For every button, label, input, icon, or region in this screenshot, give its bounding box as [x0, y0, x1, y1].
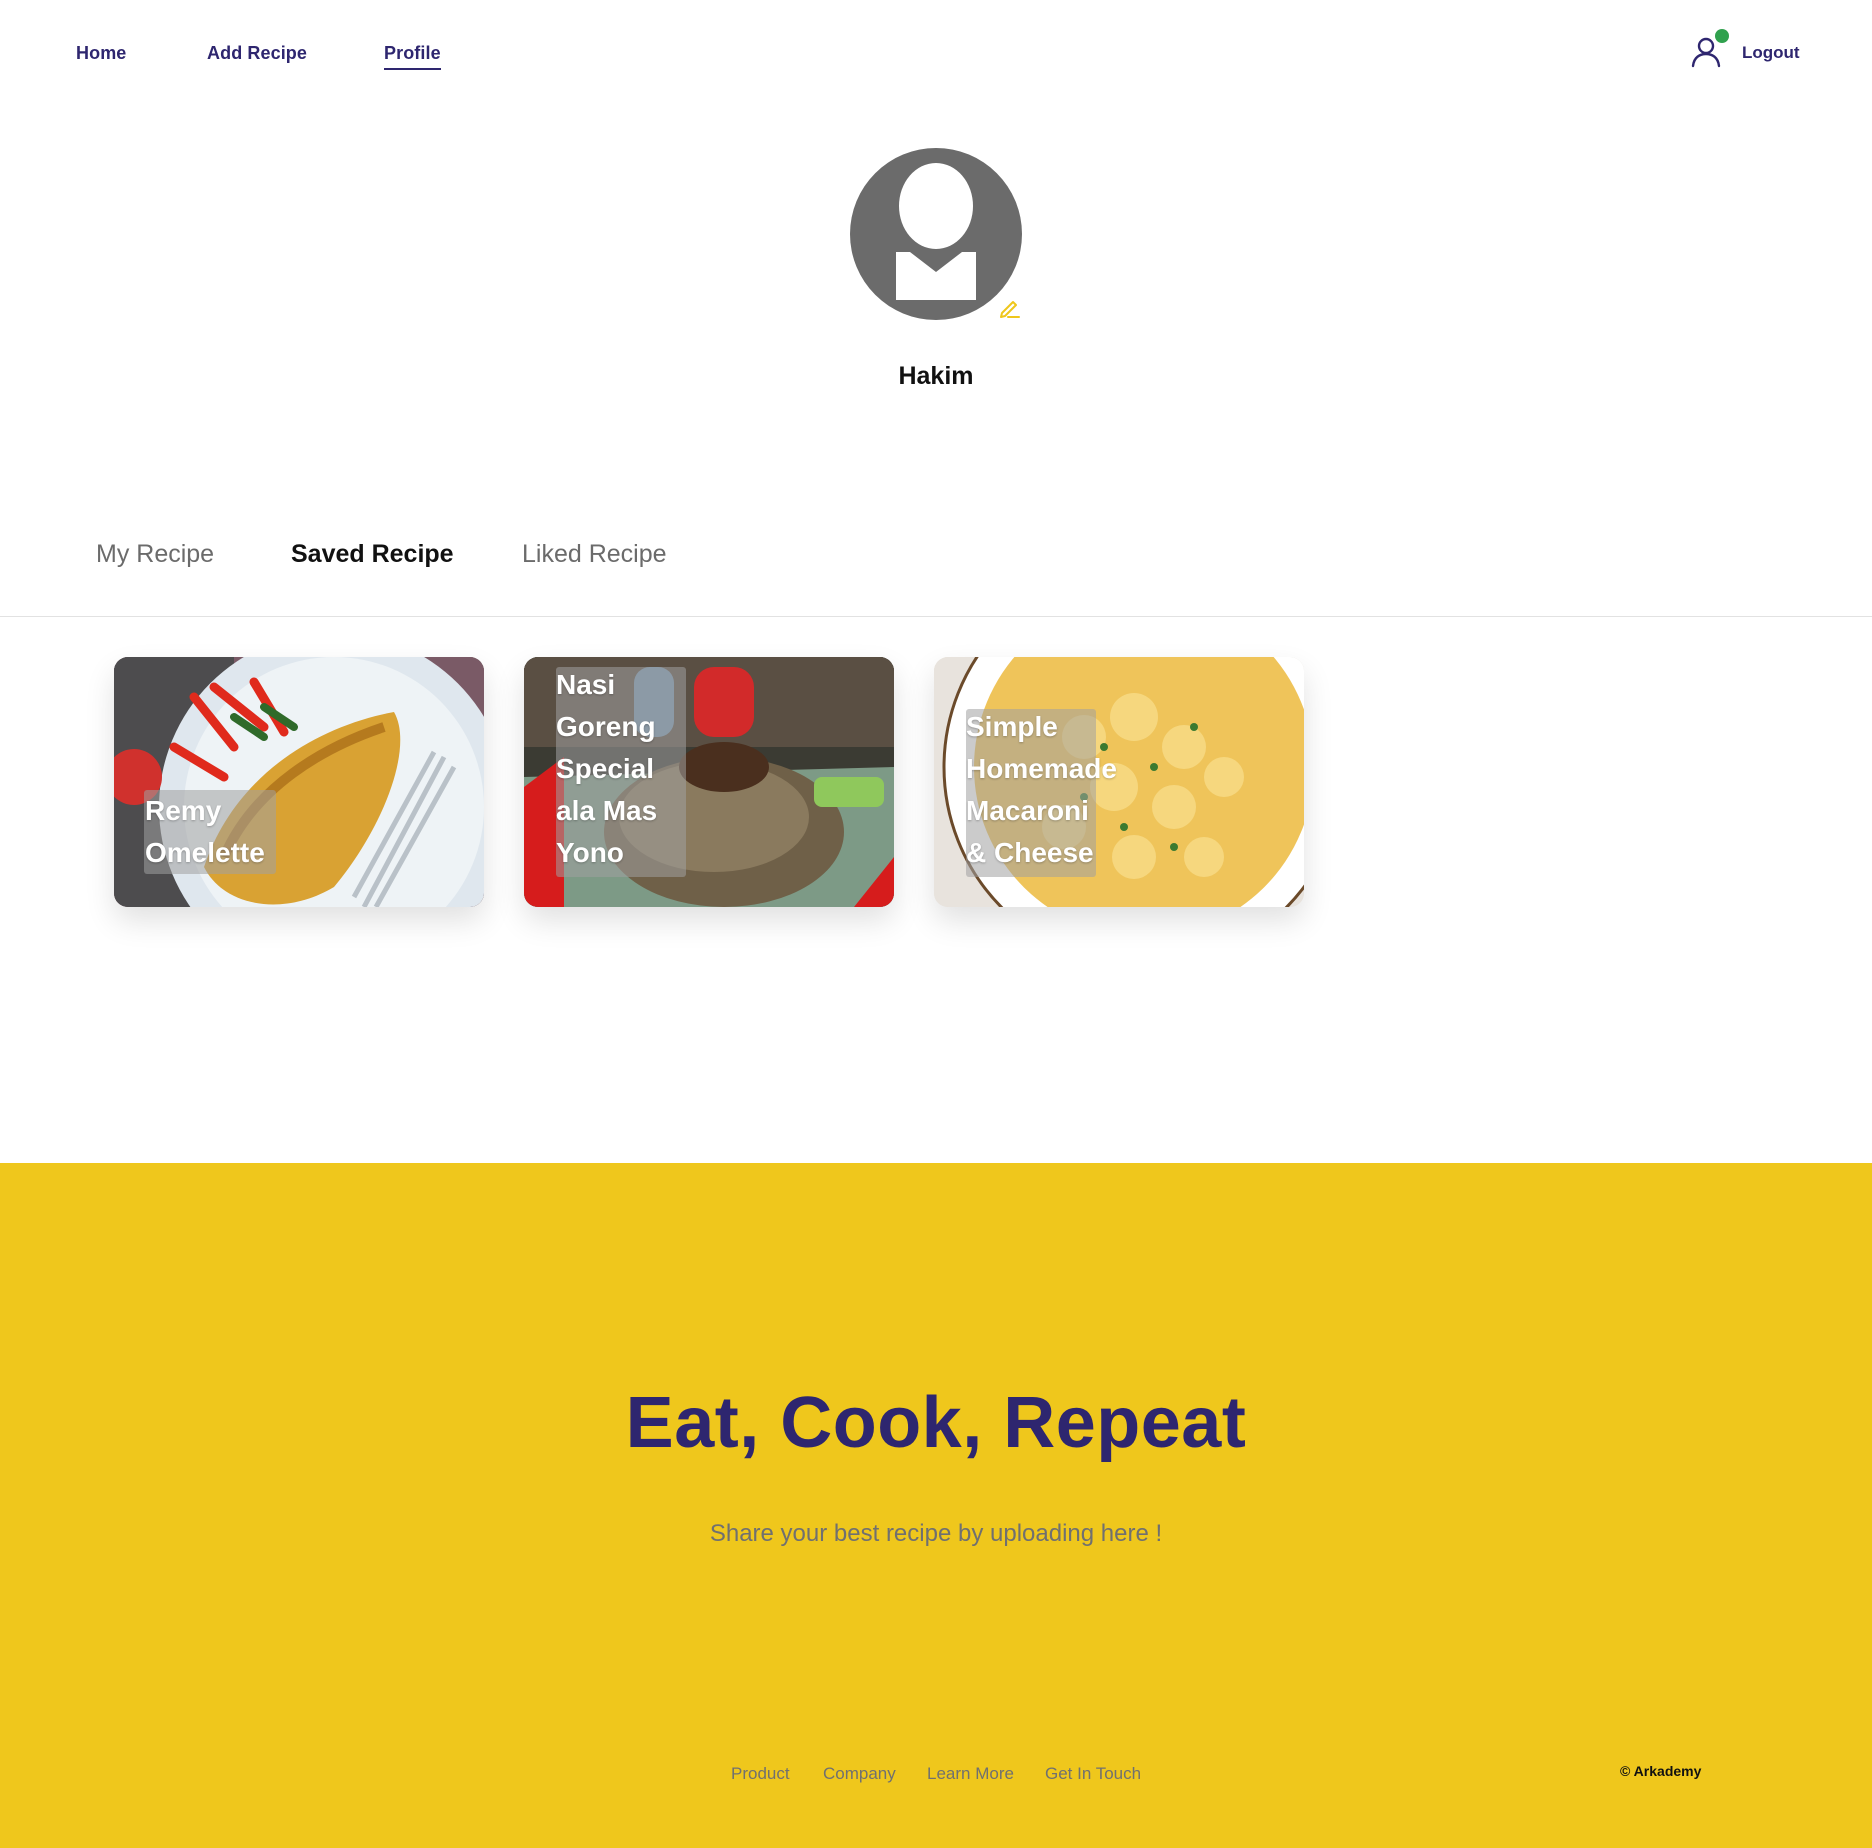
pencil-icon[interactable] [998, 296, 1022, 320]
tab-liked-recipe[interactable]: Liked Recipe [522, 540, 667, 569]
footer: Eat, Cook, Repeat Share your best recipe… [0, 1163, 1872, 1848]
recipe-title: Nasi Goreng Special ala Mas Yono [556, 669, 658, 868]
footer-link-learn-more[interactable]: Learn More [927, 1764, 1014, 1784]
profile-username: Hakim [898, 362, 974, 390]
recipe-card[interactable]: Remy Omelette [114, 657, 484, 907]
profile-tabs: My Recipe Saved Recipe Liked Recipe [0, 540, 1872, 617]
copyright: © Arkademy [1620, 1763, 1702, 1779]
footer-link-company[interactable]: Company [823, 1764, 896, 1784]
footer-subtitle: Share your best recipe by uploading here… [709, 1520, 1163, 1547]
footer-links: Product Company Learn More Get In Touch [0, 1764, 1872, 1788]
avatar[interactable] [850, 148, 1022, 320]
footer-title: Eat, Cook, Repeat [625, 1383, 1247, 1463]
footer-link-product[interactable]: Product [731, 1764, 790, 1784]
nav-add-recipe-link[interactable]: Add Recipe [207, 43, 307, 64]
user-silhouette-icon [896, 163, 976, 300]
recipe-title: Remy Omelette [145, 795, 265, 868]
recipe-card[interactable]: Simple Homemade Macaroni & Cheese [934, 657, 1304, 907]
nav-home-link[interactable]: Home [76, 43, 126, 64]
top-navbar: Home Add Recipe Profile Logout [0, 0, 1872, 110]
footer-link-get-in-touch[interactable]: Get In Touch [1045, 1764, 1141, 1784]
tab-my-recipe[interactable]: My Recipe [96, 540, 214, 569]
online-status-dot [1715, 29, 1729, 43]
logout-button[interactable]: Logout [1742, 43, 1800, 63]
nav-profile-link[interactable]: Profile [384, 43, 441, 70]
recipe-title: Simple Homemade Macaroni & Cheese [966, 711, 1117, 868]
tab-saved-recipe[interactable]: Saved Recipe [291, 540, 454, 569]
recipe-card[interactable]: Nasi Goreng Special ala Mas Yono [524, 657, 894, 907]
